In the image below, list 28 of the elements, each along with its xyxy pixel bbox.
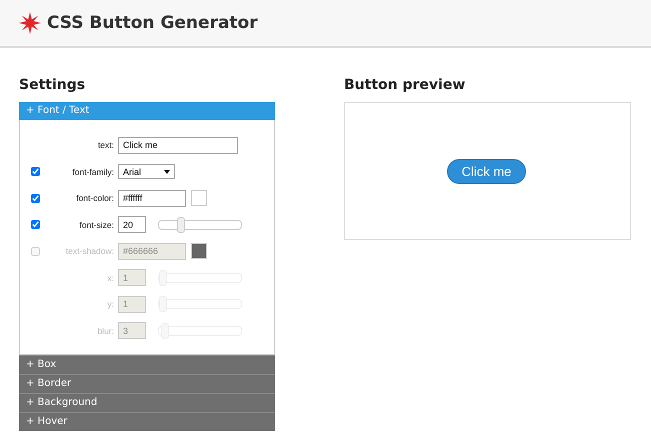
number-field[interactable]: 20: [118, 216, 146, 234]
checkbox[interactable]: [30, 167, 40, 176]
checkbox[interactable]: [30, 220, 40, 230]
field-label: blur:: [96, 326, 114, 336]
field-label: font-color:: [75, 193, 114, 204]
slider-thumb[interactable]: [177, 216, 185, 233]
section-header[interactable]: + Font / Text: [19, 102, 275, 120]
font-dropdown[interactable]: Arial: [118, 164, 175, 180]
preview-heading: Button preview: [344, 76, 466, 94]
text-field[interactable]: Click me: [118, 136, 238, 154]
section-header[interactable]: + Hover: [19, 412, 275, 431]
checkbox[interactable]: [30, 194, 40, 203]
color-field[interactable]: #ffffff: [118, 190, 186, 207]
settings-heading: Settings: [19, 76, 86, 94]
dropdown-caret-icon: [164, 170, 170, 174]
star-logo-icon: [19, 11, 41, 35]
section-header[interactable]: + Background: [19, 393, 275, 412]
color-swatch[interactable]: [191, 190, 207, 206]
section-header[interactable]: + Border: [19, 374, 275, 393]
field-label: y:: [106, 299, 114, 310]
field-label: text:: [96, 140, 114, 150]
preview-button[interactable]: Click me: [446, 158, 526, 184]
app-title: CSS Button Generator: [47, 13, 258, 33]
field-label: font-family:: [71, 166, 114, 177]
field-label: x:: [106, 272, 114, 283]
field-label: text-shadow:: [64, 246, 114, 256]
field-label: font-size:: [78, 220, 114, 230]
section-header[interactable]: + Box: [19, 355, 275, 374]
